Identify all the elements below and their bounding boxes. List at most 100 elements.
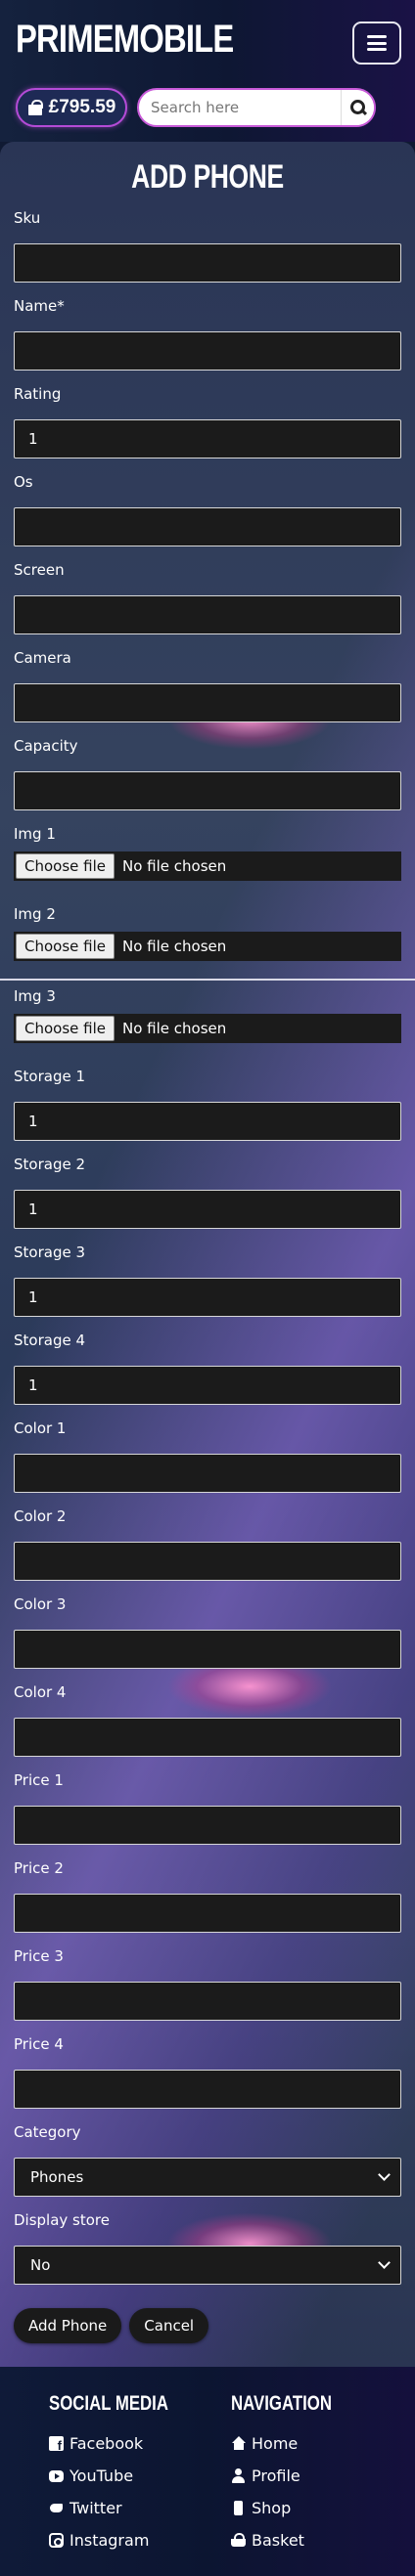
footer-link-facebook[interactable]: Facebook bbox=[49, 2427, 208, 2460]
color-2-input[interactable] bbox=[14, 1542, 401, 1581]
capacity-input[interactable] bbox=[14, 771, 401, 810]
chevron-down-icon bbox=[378, 2168, 391, 2181]
price-3-field: Price 3 bbox=[14, 1944, 401, 2029]
camera-label: Camera bbox=[14, 649, 71, 667]
price-1-input[interactable] bbox=[14, 1806, 401, 1845]
search-icon bbox=[349, 100, 366, 115]
img-1-file-input[interactable]: Choose file No file chosen bbox=[14, 851, 401, 881]
rating-label: Rating bbox=[14, 385, 62, 403]
footer-link-home[interactable]: Home bbox=[231, 2427, 415, 2460]
footer-link-label: YouTube bbox=[69, 2467, 134, 2485]
brand-logo[interactable]: PRIMEMOBILE bbox=[16, 18, 234, 62]
camera-field: Camera bbox=[14, 646, 401, 730]
color-2-label: Color 2 bbox=[14, 1507, 67, 1525]
price-1-label: Price 1 bbox=[14, 1771, 64, 1789]
display-store-select[interactable]: No bbox=[14, 2246, 401, 2285]
price-4-label: Price 4 bbox=[14, 2035, 64, 2053]
color-3-label: Color 3 bbox=[14, 1595, 67, 1613]
rating-input[interactable]: 1 bbox=[14, 419, 401, 458]
price-2-input[interactable] bbox=[14, 1894, 401, 1933]
choose-file-button[interactable]: Choose file bbox=[16, 853, 115, 879]
price-3-input[interactable] bbox=[14, 1982, 401, 2021]
footer-link-twitter[interactable]: Twitter bbox=[49, 2492, 208, 2524]
file-status-text: No file chosen bbox=[122, 857, 227, 875]
category-field: Category Phones bbox=[14, 2120, 401, 2205]
site-header: PRIMEMOBILE £795.59 bbox=[0, 0, 415, 142]
search-button[interactable] bbox=[341, 90, 374, 125]
price-2-label: Price 2 bbox=[14, 1859, 64, 1877]
youtube-icon bbox=[49, 2469, 64, 2482]
img-2-label: Img 2 bbox=[14, 905, 56, 923]
color-1-input[interactable] bbox=[14, 1454, 401, 1493]
sku-input[interactable] bbox=[14, 243, 401, 283]
color-3-input[interactable] bbox=[14, 1630, 401, 1669]
img-2-file-input[interactable]: Choose file No file chosen bbox=[14, 932, 401, 961]
color-4-field: Color 4 bbox=[14, 1681, 401, 1765]
camera-input[interactable] bbox=[14, 683, 401, 722]
file-status-text: No file chosen bbox=[122, 938, 227, 955]
navigation-column: NAVIGATION Home Profile Shop Basket bbox=[208, 2392, 415, 2556]
img-2-field: Img 2 Choose file No file chosen bbox=[14, 902, 401, 979]
os-label: Os bbox=[14, 473, 33, 491]
price-4-input[interactable] bbox=[14, 2070, 401, 2109]
hamburger-icon bbox=[367, 35, 387, 51]
footer-link-shop[interactable]: Shop bbox=[231, 2492, 415, 2524]
storage-2-input[interactable]: 1 bbox=[14, 1190, 401, 1229]
add-phone-button[interactable]: Add Phone bbox=[14, 2308, 122, 2343]
facebook-icon bbox=[49, 2436, 64, 2453]
storage-1-field: Storage 1 1 bbox=[14, 1065, 401, 1149]
social-media-column: SOCIAL MEDIA Facebook YouTube Twitter Insta… bbox=[0, 2392, 208, 2556]
name-input[interactable] bbox=[14, 331, 401, 371]
storage-3-field: Storage 3 1 bbox=[14, 1241, 401, 1325]
img-1-label: Img 1 bbox=[14, 825, 56, 843]
storage-1-input[interactable]: 1 bbox=[14, 1102, 401, 1141]
price-1-field: Price 1 bbox=[14, 1768, 401, 1853]
capacity-label: Capacity bbox=[14, 737, 78, 755]
screen-field: Screen bbox=[14, 558, 401, 642]
choose-file-button[interactable]: Choose file bbox=[16, 1016, 115, 1041]
category-value: Phones bbox=[30, 2168, 84, 2186]
storage-4-field: Storage 4 1 bbox=[14, 1329, 401, 1413]
display-store-value: No bbox=[30, 2256, 51, 2274]
storage-4-label: Storage 4 bbox=[14, 1332, 86, 1349]
choose-file-button[interactable]: Choose file bbox=[16, 934, 115, 959]
color-4-label: Color 4 bbox=[14, 1683, 67, 1701]
basket-total-button[interactable]: £795.59 bbox=[16, 88, 127, 127]
category-select[interactable]: Phones bbox=[14, 2158, 401, 2197]
color-4-input[interactable] bbox=[14, 1718, 401, 1757]
display-store-field: Display store No bbox=[14, 2208, 401, 2292]
footer-link-label: Twitter bbox=[69, 2499, 122, 2517]
category-label: Category bbox=[14, 2123, 81, 2141]
footer-link-label: Instagram bbox=[69, 2531, 150, 2550]
screen-input[interactable] bbox=[14, 595, 401, 634]
instagram-icon bbox=[49, 2533, 64, 2548]
color-1-label: Color 1 bbox=[14, 1419, 67, 1437]
storage-2-label: Storage 2 bbox=[14, 1156, 86, 1173]
search-bar bbox=[137, 88, 376, 127]
cancel-button[interactable]: Cancel bbox=[129, 2308, 209, 2343]
footer-link-label: Profile bbox=[252, 2467, 300, 2485]
home-icon bbox=[231, 2436, 246, 2451]
os-input[interactable] bbox=[14, 507, 401, 546]
footer-link-profile[interactable]: Profile bbox=[231, 2460, 415, 2492]
footer-link-youtube[interactable]: YouTube bbox=[49, 2460, 208, 2492]
storage-1-label: Storage 1 bbox=[14, 1068, 86, 1085]
sku-field: Sku bbox=[14, 206, 401, 290]
display-store-label: Display store bbox=[14, 2211, 110, 2229]
twitter-icon bbox=[49, 2501, 64, 2515]
img-3-file-input[interactable]: Choose file No file chosen bbox=[14, 1014, 401, 1043]
storage-4-input[interactable]: 1 bbox=[14, 1366, 401, 1405]
basket-icon bbox=[231, 2533, 246, 2548]
chevron-down-icon bbox=[378, 2256, 391, 2269]
shopping-bag-icon bbox=[27, 100, 43, 115]
storage-3-input[interactable]: 1 bbox=[14, 1278, 401, 1317]
form-actions: Add Phone Cancel bbox=[14, 2308, 401, 2343]
sku-label: Sku bbox=[14, 209, 41, 227]
social-media-heading: SOCIAL MEDIA bbox=[49, 2392, 168, 2415]
menu-toggle-button[interactable] bbox=[352, 22, 401, 65]
img-1-field: Img 1 Choose file No file chosen bbox=[14, 822, 401, 898]
footer-link-instagram[interactable]: Instagram bbox=[49, 2524, 208, 2556]
footer-link-basket[interactable]: Basket bbox=[231, 2524, 415, 2556]
user-icon bbox=[231, 2468, 246, 2483]
search-input[interactable] bbox=[139, 90, 341, 125]
